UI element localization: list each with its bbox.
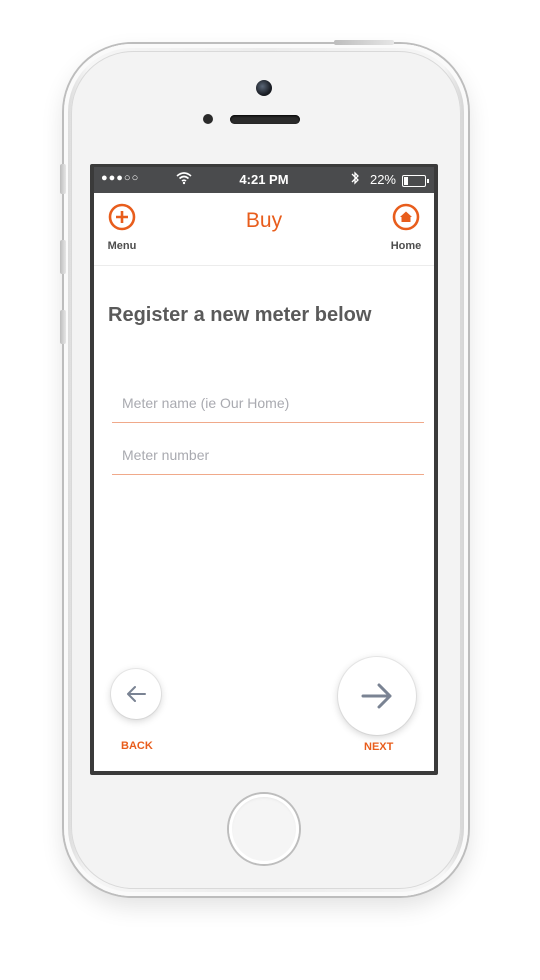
page-title: Buy <box>245 209 283 232</box>
status-bar: ●●●○○ 4:21 PM 22% <box>94 167 434 193</box>
home-hardware-button[interactable] <box>229 794 299 864</box>
front-camera <box>256 80 272 96</box>
power-button <box>334 40 394 45</box>
meter-name-field[interactable] <box>112 383 424 423</box>
mute-switch <box>60 164 66 194</box>
volume-down-button <box>60 310 66 344</box>
app-screen: ●●●○○ 4:21 PM 22% Menu Buy Home Register… <box>94 167 434 771</box>
earpiece-speaker <box>230 115 300 124</box>
nav-bar: Menu Buy Home <box>94 193 434 266</box>
next-button[interactable] <box>338 657 416 735</box>
volume-up-button <box>60 240 66 274</box>
menu-label: Menu <box>107 240 137 252</box>
proximity-sensor <box>203 114 213 124</box>
menu-button[interactable]: Menu <box>94 203 150 252</box>
home-button[interactable]: Home <box>378 203 434 252</box>
back-button[interactable] <box>111 669 161 719</box>
meter-number-field[interactable] <box>112 435 424 475</box>
phone-screen: ●●●○○ 4:21 PM 22% Menu Buy Home Register… <box>90 164 438 775</box>
home-label: Home <box>390 240 422 252</box>
battery-level <box>404 177 408 185</box>
back-label[interactable]: BACK <box>121 740 153 752</box>
home-circle-icon <box>378 203 434 236</box>
plus-circle-icon <box>94 203 150 236</box>
form-heading: Register a new meter below <box>108 304 372 326</box>
battery-icon <box>402 175 429 187</box>
next-label[interactable]: NEXT <box>364 741 393 753</box>
bluetooth-icon <box>350 170 360 189</box>
battery-percent: 22% <box>369 172 396 187</box>
